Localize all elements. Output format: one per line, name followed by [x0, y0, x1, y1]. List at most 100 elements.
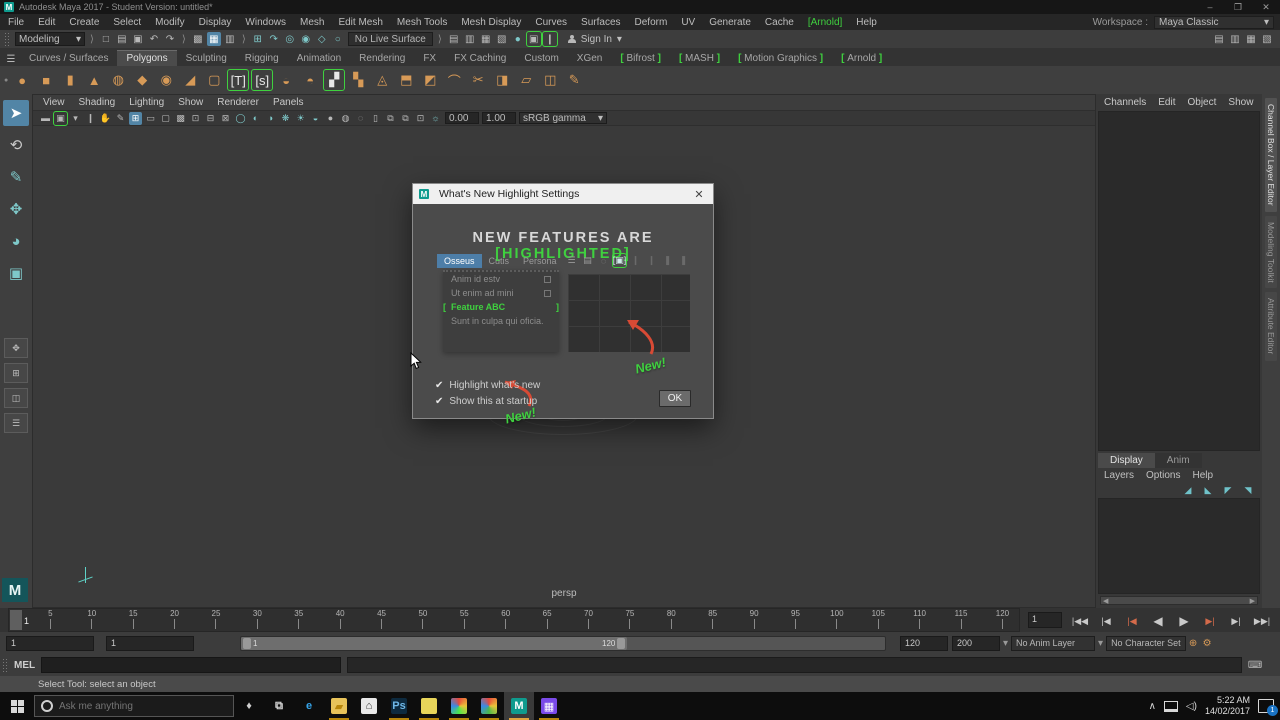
step-forward-frame-button[interactable]: ▶|: [1224, 612, 1248, 630]
command-line-input[interactable]: [41, 657, 341, 673]
render-view-icon[interactable]: ▤: [447, 32, 461, 46]
chevron-down-icon[interactable]: ▾: [1003, 638, 1008, 649]
layer-editor-tab[interactable]: Anim: [1155, 453, 1202, 468]
menu-item[interactable]: Mesh: [300, 17, 324, 28]
svg-tool-icon[interactable]: [s]: [252, 70, 272, 90]
timeline-tick[interactable]: 25: [206, 609, 226, 631]
snapshot-icon[interactable]: ⊡: [414, 112, 427, 125]
exposure-field[interactable]: 0.00: [445, 112, 479, 124]
lights-icon[interactable]: ❋: [279, 112, 292, 125]
file-explorer-icon[interactable]: ▰: [324, 692, 354, 720]
menu-item[interactable]: Mesh Tools: [397, 17, 447, 28]
timeline-tick[interactable]: 15: [123, 609, 143, 631]
time-slider[interactable]: 5101520253035404550556065707580859095100…: [8, 608, 1020, 632]
timeline-tick[interactable]: 110: [910, 609, 930, 631]
poly-plane-icon[interactable]: ◆: [132, 70, 152, 90]
menu-item[interactable]: UV: [681, 17, 695, 28]
paste-view-icon[interactable]: ⧉: [399, 112, 412, 125]
scroll-left-icon[interactable]: ◀: [1101, 597, 1110, 605]
grease-pencil-icon[interactable]: ✎: [114, 112, 127, 125]
poly-disc-icon[interactable]: ◉: [156, 70, 176, 90]
scale-tool[interactable]: ▣: [3, 260, 29, 286]
playback-start-field[interactable]: 1: [106, 636, 194, 651]
sidebar-tab[interactable]: Channel Box / Layer Editor: [1265, 98, 1277, 212]
wireframe-icon[interactable]: ◯: [234, 112, 247, 125]
timeline-tick[interactable]: 120: [992, 609, 1012, 631]
menu-item[interactable]: Create: [69, 17, 99, 28]
anim-layer-dropdown[interactable]: No Anim Layer: [1011, 636, 1095, 651]
menu-item[interactable]: Mesh Display: [461, 17, 521, 28]
open-scene-icon[interactable]: ▤: [115, 32, 129, 46]
resolution-gate-icon[interactable]: ▢: [159, 112, 172, 125]
sculpt-icon[interactable]: ✎: [564, 70, 584, 90]
ok-button[interactable]: OK: [659, 390, 691, 407]
layer-menu-item[interactable]: Layers: [1104, 470, 1134, 481]
select-camera-icon[interactable]: ▬: [39, 112, 52, 125]
channel-box-menu-item[interactable]: Edit: [1158, 97, 1175, 108]
view-transform-dropdown[interactable]: sRGB gamma ▾: [519, 112, 607, 124]
step-back-key-button[interactable]: |◀: [1120, 612, 1144, 630]
copy-view-icon[interactable]: ⧉: [384, 112, 397, 125]
checkbox-row[interactable]: ✔Highlight what's new: [435, 380, 540, 391]
poly-cone-icon[interactable]: ▲: [84, 70, 104, 90]
range-start-handle[interactable]: [243, 638, 251, 649]
timeline-tick[interactable]: 70: [579, 609, 599, 631]
sidebar-tab[interactable]: Modeling Toolkit: [1265, 216, 1277, 289]
menu-item[interactable]: Curves: [535, 17, 567, 28]
checkmark-icon[interactable]: ✔: [435, 380, 443, 391]
shelf-tab[interactable]: Curves / Surfaces: [20, 51, 117, 66]
checkbox-row[interactable]: ✔Show this at startup: [435, 396, 540, 407]
range-slider[interactable]: 1 120: [240, 636, 886, 651]
layer-menu-item[interactable]: Help: [1192, 470, 1213, 481]
undo-icon[interactable]: ↶: [147, 32, 161, 46]
safe-action-icon[interactable]: ⊟: [204, 112, 217, 125]
auto-keyframe-icon[interactable]: ⊕: [1186, 636, 1200, 650]
animation-end-field[interactable]: 200: [952, 636, 1000, 651]
timeline-tick[interactable]: 10: [82, 609, 102, 631]
menu-item[interactable]: Surfaces: [581, 17, 620, 28]
lasso-tool[interactable]: ⟲: [3, 132, 29, 158]
shelf-tab[interactable]: [ MASH ]: [670, 51, 729, 66]
menu-item[interactable]: Help: [856, 17, 877, 28]
timeline-tick[interactable]: 45: [372, 609, 392, 631]
layer-visibility-button[interactable]: ◢: [1182, 484, 1194, 496]
silhouette-icon[interactable]: ◍: [339, 112, 352, 125]
shaded-icon[interactable]: ◐: [249, 112, 262, 125]
sidebar-tab[interactable]: Attribute Editor: [1265, 292, 1277, 360]
film-gate-icon[interactable]: ▭: [144, 112, 157, 125]
network-icon[interactable]: [1164, 701, 1178, 712]
select-hierarchy-icon[interactable]: ▩: [191, 32, 205, 46]
extrude-icon[interactable]: ⬒: [396, 70, 416, 90]
field-chart-icon[interactable]: ⊡: [189, 112, 202, 125]
render-frame-icon[interactable]: ▥: [463, 32, 477, 46]
shelf-tab[interactable]: FX: [414, 51, 445, 66]
task-view-icon[interactable]: ⧉: [264, 692, 294, 720]
isolate-select-icon[interactable]: ▯: [369, 112, 382, 125]
menu-item[interactable]: Display: [199, 17, 232, 28]
minimize-button[interactable]: –: [1196, 0, 1224, 14]
menu-item[interactable]: File: [8, 17, 24, 28]
panel-menu-item[interactable]: Renderer: [217, 97, 259, 108]
default-lighting-icon[interactable]: ●: [324, 112, 337, 125]
timeline-tick[interactable]: 35: [289, 609, 309, 631]
timeline-tick[interactable]: 5: [40, 609, 60, 631]
menu-set-dropdown[interactable]: Modeling▾: [15, 32, 85, 46]
layer-playback-button[interactable]: ◣: [1202, 484, 1214, 496]
2d-pan-zoom-icon[interactable]: ✋: [99, 112, 112, 125]
search-input[interactable]: [59, 701, 199, 712]
channel-box-empty-area[interactable]: [1098, 111, 1260, 451]
channel-box-menu-item[interactable]: Channels: [1104, 97, 1146, 108]
horizontal-scrollbar[interactable]: ◀ ▶: [1100, 596, 1258, 605]
timeline-tick[interactable]: 90: [744, 609, 764, 631]
timeline-tick[interactable]: 80: [661, 609, 681, 631]
timeline-tick[interactable]: 100: [827, 609, 847, 631]
multi-cut-icon[interactable]: ✂: [468, 70, 488, 90]
combine-icon[interactable]: ▞: [324, 70, 344, 90]
script-editor-icon[interactable]: ⌨: [1248, 658, 1262, 672]
snap-to-projected-center-icon[interactable]: ◉: [299, 32, 313, 46]
timeline-tick[interactable]: 55: [454, 609, 474, 631]
shelf-tab[interactable]: [ Arnold ]: [832, 51, 891, 66]
layer-list[interactable]: [1098, 498, 1260, 594]
channel-box-menu-item[interactable]: Object: [1188, 97, 1217, 108]
media-pinwheel-icon[interactable]: [444, 692, 474, 720]
